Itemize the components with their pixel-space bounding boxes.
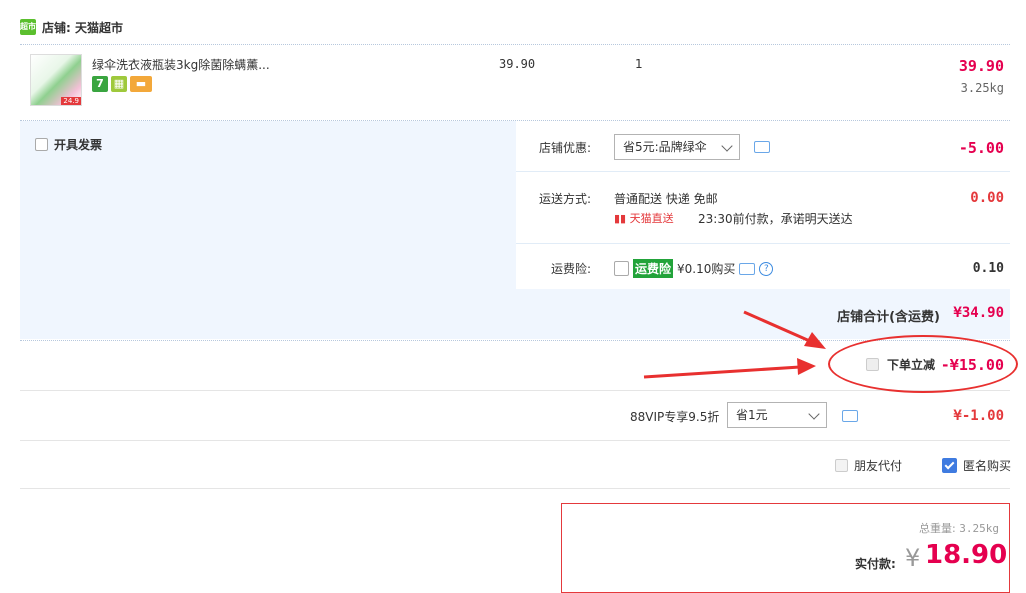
annotation-arrow-lower xyxy=(643,365,801,379)
annotation-arrowhead-lower xyxy=(797,358,816,375)
annotation-arrow-upper xyxy=(743,310,813,344)
annotation-arrows xyxy=(643,310,826,379)
annotation-arrowhead-upper xyxy=(804,332,826,349)
